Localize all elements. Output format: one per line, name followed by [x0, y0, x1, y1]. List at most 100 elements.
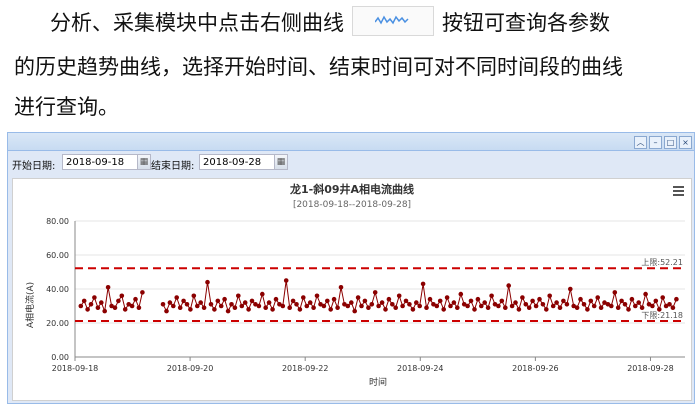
data-point: [232, 305, 238, 310]
data-point: [198, 300, 203, 305]
data-point: [201, 305, 207, 310]
chart-menu-icon[interactable]: [673, 186, 684, 196]
collapse-icon[interactable]: ︿: [634, 136, 647, 149]
data-point: [321, 303, 327, 309]
doc-text-before-button: 分析、采集模块中点击右侧曲线: [50, 11, 344, 35]
data-point: [95, 305, 101, 310]
minimize-icon[interactable]: –: [649, 136, 662, 149]
data-point: [362, 298, 368, 304]
data-point: [568, 286, 573, 292]
data-point: [229, 302, 234, 307]
data-point: [472, 307, 477, 312]
data-point: [78, 303, 84, 309]
data-point: [273, 296, 279, 302]
data-point: [85, 307, 90, 312]
data-point: [588, 298, 594, 304]
data-point: [424, 305, 429, 310]
start-calendar-icon[interactable]: ▦: [137, 154, 151, 170]
data-point: [160, 302, 166, 307]
data-point: [345, 303, 351, 309]
data-point: [629, 296, 635, 302]
data-point: [167, 300, 173, 305]
data-point: [574, 305, 580, 310]
data-point: [225, 308, 231, 314]
data-point: [523, 302, 529, 307]
data-point: [468, 298, 474, 304]
data-point: [482, 300, 488, 305]
data-point: [177, 305, 183, 310]
data-point: [537, 296, 542, 302]
data-point: [615, 305, 621, 310]
data-point: [437, 298, 443, 304]
chart-subtitle: [2018-09-18--2018-09-28]: [293, 200, 411, 210]
data-point: [509, 303, 515, 309]
data-point: [359, 303, 364, 309]
data-point: [417, 303, 423, 309]
end-calendar-icon[interactable]: ▦: [274, 154, 288, 170]
data-point: [633, 303, 638, 309]
data-point: [643, 291, 648, 297]
data-point: [636, 300, 641, 305]
data-point: [328, 307, 334, 312]
data-point: [639, 305, 645, 310]
end-date-field[interactable]: 2018-09-28: [199, 154, 275, 170]
data-point: [287, 305, 293, 310]
data-point: [215, 298, 221, 304]
data-point: [591, 303, 597, 309]
chart-area: 龙1-斜09井A相电流曲线 [2018-09-18--2018-09-28] A…: [12, 178, 692, 401]
data-point: [355, 295, 361, 300]
data-point: [660, 295, 665, 300]
data-point: [212, 307, 217, 312]
data-point: [444, 295, 450, 300]
data-point: [119, 293, 125, 299]
data-point: [188, 307, 193, 312]
start-date-field[interactable]: 2018-09-18: [62, 154, 138, 170]
data-point: [396, 293, 402, 299]
data-point: [239, 303, 245, 309]
doc-paragraph-line-2: 的历史趋势曲线，选择开始时间、结束时间可对不同时间段的曲线: [14, 55, 623, 79]
data-point: [485, 305, 491, 310]
data-point: [331, 296, 337, 302]
x-tick-label: 2018-09-22: [282, 364, 329, 373]
data-point: [222, 296, 227, 302]
data-point: [246, 307, 251, 312]
data-point: [307, 300, 313, 305]
data-point: [263, 305, 268, 310]
data-point: [390, 302, 395, 307]
data-point: [475, 296, 481, 302]
data-point: [81, 298, 87, 304]
inline-trend-button[interactable]: [352, 6, 434, 36]
x-tick-label: 2018-09-20: [167, 364, 214, 373]
data-point: [301, 295, 306, 300]
data-point: [297, 307, 303, 312]
data-point: [266, 300, 272, 305]
end-date-label: 结束日期:: [151, 161, 195, 172]
close-icon[interactable]: ×: [679, 136, 692, 149]
current-chart: 龙1-斜09井A相电流曲线 [2018-09-18--2018-09-28] A…: [24, 182, 685, 388]
data-point: [619, 298, 624, 304]
data-point: [129, 303, 135, 309]
chart-panel: ︿ – □ × 开始日期: 2018-09-18 ▦ 结束日期: 2018-09…: [7, 132, 695, 404]
date-toolbar: 开始日期: 2018-09-18 ▦ 结束日期: 2018-09-28 ▦: [8, 151, 694, 177]
data-point: [280, 303, 286, 309]
data-point: [585, 307, 590, 312]
data-point: [557, 305, 563, 310]
data-point: [653, 298, 659, 304]
data-point: [407, 302, 412, 307]
panel-header: ︿ – □ ×: [8, 133, 694, 151]
data-point: [366, 305, 371, 310]
data-point: [513, 300, 518, 305]
y-axis-label: A相电流(A): [24, 282, 36, 328]
limit-label: 下限:21.18: [641, 311, 683, 320]
data-point: [520, 295, 525, 300]
data-point: [164, 308, 169, 314]
doc-paragraph-line-3: 进行查询。: [14, 95, 119, 119]
y-tick-label: 80.00: [46, 217, 69, 226]
data-point: [140, 290, 145, 295]
y-tick-label: 60.00: [46, 251, 69, 260]
maximize-icon[interactable]: □: [664, 136, 677, 149]
data-point: [379, 300, 385, 305]
data-point: [116, 298, 121, 304]
data-point: [386, 296, 392, 302]
data-point: [174, 295, 179, 300]
